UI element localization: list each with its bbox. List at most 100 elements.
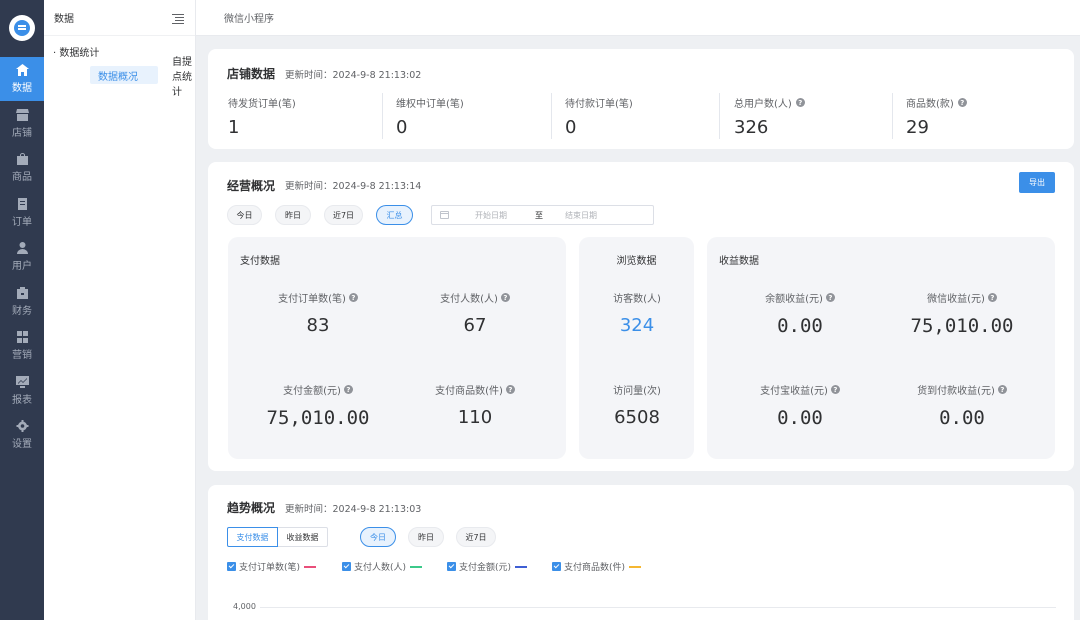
stat-label: 待发货订单(笔) — [228, 99, 296, 110]
divider — [551, 93, 552, 139]
metric-value: 67 — [463, 315, 487, 336]
metric-alipay-income: 支付宝收益(元)? 0.00 — [735, 382, 865, 429]
chart-gridline — [260, 607, 1056, 608]
divider — [382, 93, 383, 139]
sidebar-header: 数据 — [44, 0, 195, 36]
stat-pending-pay[interactable]: 待付款订单(笔) 0 — [565, 95, 633, 141]
checkbox-icon — [552, 562, 561, 571]
sidebar-item-pickup-stats[interactable]: 自提点统计 — [172, 57, 195, 98]
metric-value: 0.00 — [777, 315, 823, 337]
filter-yesterday[interactable]: 昨日 — [275, 205, 311, 225]
metric-value: 75,010.00 — [266, 407, 370, 429]
divider — [719, 93, 720, 139]
stat-total-users[interactable]: 总用户数(人)? 326 — [734, 95, 805, 141]
stat-pending-ship[interactable]: 待发货订单(笔) 1 — [228, 95, 296, 141]
date-end-input[interactable]: 结束日期 — [565, 210, 597, 221]
help-icon[interactable]: ? — [825, 293, 835, 302]
trend-filter-7days[interactable]: 近7日 — [456, 527, 496, 547]
rail-item-marketing[interactable]: 营销 — [0, 324, 44, 368]
rail-item-data[interactable]: 数据 — [0, 57, 44, 101]
rail-item-settings[interactable]: 设置 — [0, 413, 44, 457]
checkbox-icon — [342, 562, 351, 571]
income-data-panel: 收益数据 余额收益(元)? 0.00 微信收益(元)? 75,010.00 支付… — [707, 237, 1055, 459]
help-icon[interactable]: ? — [795, 98, 805, 107]
card-title: 趋势概况 — [227, 501, 276, 515]
help-icon[interactable]: ? — [987, 293, 997, 302]
legend-swatch — [629, 565, 642, 568]
update-time: 更新时间：2024-9-8 21:13:02 — [285, 70, 422, 81]
legend-label: 支付商品数(件) — [564, 563, 626, 573]
sidebar-group-data-stats[interactable]: · 数据统计 — [53, 44, 99, 59]
date-start-input[interactable]: 开始日期 — [475, 210, 507, 221]
legend-label: 支付金额(元) — [459, 563, 512, 573]
trend-overview-card: 趋势概况 更新时间：2024-9-8 21:13:03 支付数据 收益数据 今日… — [208, 485, 1074, 620]
chart-icon — [15, 376, 29, 388]
legend-pay-amount[interactable]: 支付金额(元) — [447, 560, 528, 573]
stat-value: 0 — [565, 117, 577, 138]
card-title: 经营概况 — [227, 179, 276, 193]
metric-value: 6508 — [614, 407, 660, 428]
metric-label: 微信收益(元) — [927, 294, 985, 305]
metric-page-views: 访问量(次) 6508 — [572, 382, 702, 428]
rail-item-goods[interactable]: 商品 — [0, 146, 44, 190]
store-data-card: 店铺数据 更新时间：2024-9-8 21:13:02 待发货订单(笔) 1 维… — [208, 49, 1074, 149]
filter-summary[interactable]: 汇总 — [376, 205, 413, 225]
bag-icon — [16, 153, 29, 165]
metric-label: 支付金额(元) — [283, 386, 341, 397]
metric-value: 75,010.00 — [910, 315, 1014, 337]
rail-item-reports[interactable]: 报表 — [0, 369, 44, 413]
rail-item-label: 店铺 — [12, 128, 32, 139]
metric-label: 支付人数(人) — [440, 294, 498, 305]
stat-value: 326 — [734, 117, 769, 138]
legend-pay-users[interactable]: 支付人数(人) — [342, 560, 423, 573]
rail-item-label: 财务 — [12, 306, 32, 317]
rail-item-users[interactable]: 用户 — [0, 235, 44, 279]
metric-pay-amount: 支付金额(元)? 75,010.00 — [253, 382, 383, 429]
legend-pay-orders[interactable]: 支付订单数(笔) — [227, 560, 317, 573]
help-icon[interactable]: ? — [505, 385, 515, 394]
help-icon[interactable]: ? — [957, 98, 967, 107]
help-icon[interactable]: ? — [348, 293, 358, 302]
gear-icon — [16, 420, 29, 432]
panel-title: 浏览数据 — [616, 256, 657, 267]
rail-item-finance[interactable]: 财务 — [0, 280, 44, 324]
panel-title: 收益数据 — [719, 256, 759, 267]
legend-pay-items[interactable]: 支付商品数(件) — [552, 560, 642, 573]
rail-item-store[interactable]: 店铺 — [0, 102, 44, 146]
help-icon[interactable]: ? — [500, 293, 510, 302]
sidebar-item-data-overview[interactable]: 数据概况 — [90, 66, 158, 84]
store-icon — [15, 109, 29, 121]
top-bar: 微信小程序 — [196, 0, 1080, 36]
data-type-tabs: 支付数据 收益数据 — [227, 527, 328, 547]
metric-label: 支付商品数(件) — [435, 386, 503, 397]
user-icon — [16, 242, 29, 254]
rail-item-label: 商品 — [12, 172, 32, 183]
trend-filter-today[interactable]: 今日 — [360, 527, 396, 547]
rail-item-label: 设置 — [12, 439, 32, 450]
help-icon[interactable]: ? — [830, 385, 840, 394]
rail-item-label: 报表 — [12, 395, 32, 406]
stat-rights-orders[interactable]: 维权中订单(笔) 0 — [396, 95, 464, 141]
export-button[interactable]: 导出 — [1019, 172, 1055, 193]
logo-icon — [14, 20, 30, 36]
legend-swatch — [515, 565, 528, 568]
help-icon[interactable]: ? — [997, 385, 1007, 394]
metric-value: 110 — [457, 407, 493, 428]
help-icon[interactable]: ? — [343, 385, 353, 394]
metric-value[interactable]: 324 — [572, 315, 702, 336]
tab-income-data[interactable]: 收益数据 — [278, 527, 328, 547]
metric-label: 支付宝收益(元) — [760, 386, 828, 397]
tab-pay-data[interactable]: 支付数据 — [227, 527, 278, 547]
breadcrumb[interactable]: 微信小程序 — [224, 10, 274, 25]
trend-filter-yesterday[interactable]: 昨日 — [408, 527, 444, 547]
rail-item-orders[interactable]: 订单 — [0, 191, 44, 235]
rail-item-label: 订单 — [12, 217, 32, 228]
menu-collapse-icon[interactable] — [172, 13, 184, 24]
card-title: 店铺数据 — [227, 67, 276, 81]
date-range-picker[interactable]: 开始日期 至 结束日期 — [431, 205, 654, 225]
filter-today[interactable]: 今日 — [227, 205, 262, 225]
main-nav-rail: 数据 店铺 商品 订单 用户 财务 营销 报表 设置 — [0, 0, 44, 620]
filter-7days[interactable]: 近7日 — [324, 205, 363, 225]
stat-product-count[interactable]: 商品数(款)? 29 — [906, 95, 967, 141]
stat-value: 29 — [906, 117, 929, 138]
